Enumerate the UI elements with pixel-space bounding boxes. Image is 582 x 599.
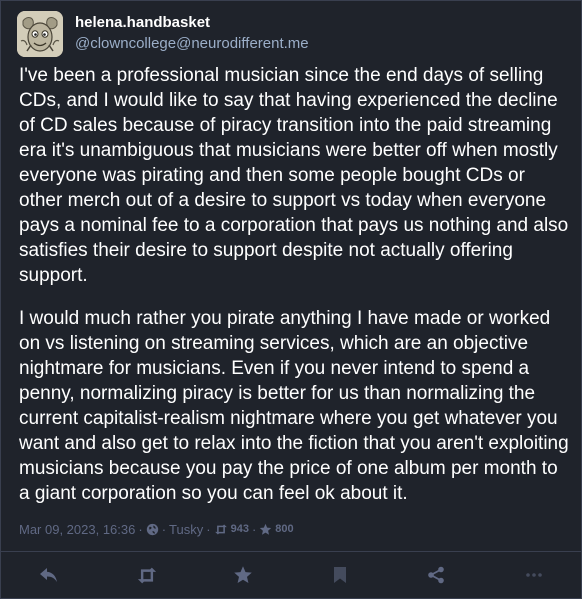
star-icon	[233, 565, 253, 585]
retweet-icon	[214, 523, 228, 535]
action-bar	[1, 563, 581, 587]
globe-icon	[146, 523, 159, 536]
post-paragraph-1: I've been a professional musician since …	[19, 65, 569, 286]
status-card: helena.handbasket @clowncollege@neurodif…	[0, 0, 582, 599]
ellipsis-icon	[525, 572, 543, 578]
timestamp[interactable]: Mar 09, 2023, 16:36	[19, 522, 135, 537]
meta-separator: ·	[251, 521, 257, 537]
bookmark-button[interactable]	[328, 563, 352, 587]
meta-separator: ·	[138, 521, 143, 537]
reply-button[interactable]	[37, 563, 61, 587]
meta-separator: ·	[161, 521, 167, 537]
boost-button[interactable]	[135, 563, 159, 587]
favourite-count: 800	[275, 523, 294, 535]
meta-separator: ·	[206, 521, 211, 537]
favourite-button[interactable]	[231, 563, 255, 587]
boost-count: 943	[230, 523, 249, 535]
status-content: I've been a professional musician since …	[19, 63, 569, 524]
star-icon	[259, 523, 272, 536]
account-handle[interactable]: @clowncollege@neurodifferent.me	[75, 33, 309, 55]
bookmark-icon	[333, 566, 347, 584]
divider	[1, 551, 581, 552]
client-name: Tusky	[169, 521, 204, 537]
status-meta: Mar 09, 2023, 16:36 · · Tusky · 943 · 80…	[19, 521, 294, 537]
post-paragraph-2: I would much rather you pirate anything …	[19, 308, 569, 504]
share-icon	[427, 566, 445, 584]
more-button[interactable]	[522, 563, 546, 587]
display-name[interactable]: helena.handbasket	[75, 13, 309, 33]
avatar-illustration	[17, 11, 63, 57]
share-button[interactable]	[424, 563, 448, 587]
account-names: helena.handbasket @clowncollege@neurodif…	[75, 13, 309, 55]
avatar[interactable]	[17, 11, 63, 57]
status-header: helena.handbasket @clowncollege@neurodif…	[17, 11, 309, 57]
reply-icon	[39, 567, 59, 583]
retweet-icon	[136, 567, 158, 584]
